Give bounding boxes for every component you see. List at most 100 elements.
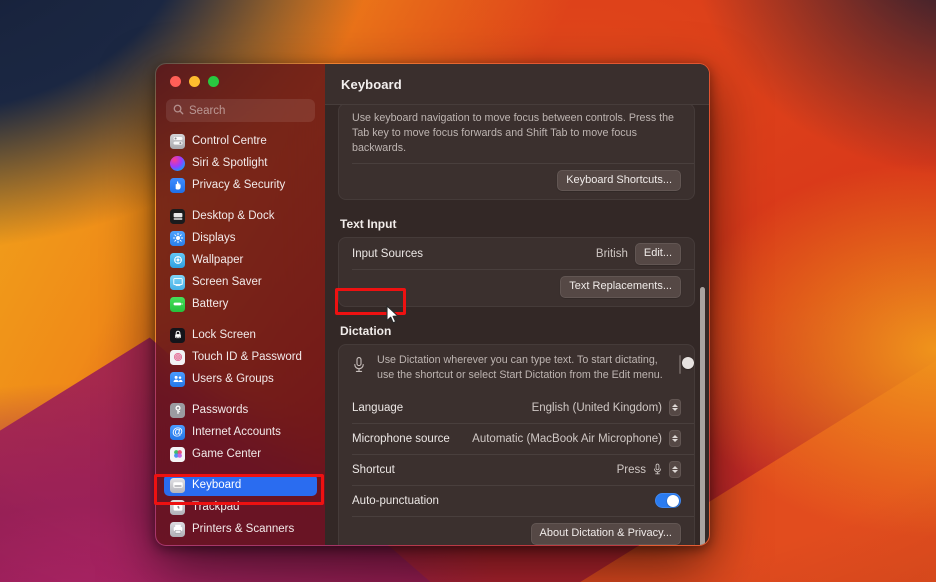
zoom-button[interactable] [208, 76, 219, 87]
sidebar-item-privacy-security[interactable]: Privacy & Security [164, 174, 317, 196]
keyboard-navigation-card: Use keyboard navigation to move focus be… [338, 105, 695, 201]
toggle-knob [681, 357, 694, 370]
minimise-button[interactable] [189, 76, 200, 87]
shortcut-microphone-icon [653, 463, 662, 476]
control-centre-icon [170, 133, 185, 149]
auto-punctuation-row: Auto-punctuation [339, 485, 694, 516]
settings-scroll-area[interactable]: Use keyboard navigation to move focus be… [325, 105, 709, 545]
dictation-toggle[interactable] [679, 355, 694, 375]
sidebar-item-label: Siri & Spotlight [192, 157, 268, 169]
search-box[interactable] [166, 99, 315, 122]
text-input-card: Input Sources British Edit... Text Repla… [338, 237, 695, 308]
sidebar-item-label: Privacy & Security [192, 179, 286, 191]
edit-input-sources-button[interactable]: Edit... [634, 242, 681, 265]
about-dictation-privacy-button[interactable]: About Dictation & Privacy... [530, 523, 681, 545]
sidebar-item-label: Desktop & Dock [192, 210, 275, 222]
wallpaper-icon [170, 252, 185, 268]
game-center-icon [170, 446, 185, 462]
sidebar-item-keyboard[interactable]: Keyboard [164, 474, 317, 496]
internet-accounts-icon: @ [170, 424, 185, 440]
input-sources-value: British [595, 247, 628, 260]
close-button[interactable] [170, 76, 181, 87]
input-sources-right: British Edit... [595, 242, 681, 265]
text-replacements-button[interactable]: Text Replacements... [560, 276, 681, 299]
language-value: English (United Kingdom) [531, 401, 662, 414]
text-replacements-row: Text Replacements... [339, 269, 694, 306]
sidebar-item-lock-screen[interactable]: Lock Screen [164, 324, 317, 346]
sidebar-item-printers-scanners[interactable]: Printers & Scanners [164, 518, 317, 540]
desktop-dock-icon [170, 208, 185, 224]
users-groups-icon [170, 371, 185, 387]
sidebar-item-touch-id[interactable]: Touch ID & Password [164, 346, 317, 368]
sidebar-item-label: Game Center [192, 448, 262, 460]
sidebar-item-label: Trackpad [192, 501, 240, 513]
search-icon [173, 102, 184, 120]
auto-punctuation-toggle[interactable] [655, 493, 681, 509]
dictation-microphone-source-row: Microphone source Automatic (MacBook Air… [339, 423, 694, 454]
content-pane: Keyboard Use keyboard navigation to move… [325, 64, 709, 545]
content-scrollbar[interactable] [700, 287, 705, 545]
sidebar-item-label: Control Centre [192, 135, 267, 147]
sidebar-group-3: Lock Screen Touch ID & Password Users & … [164, 324, 317, 390]
dictation-enable-row: Use Dictation wherever you can type text… [339, 345, 694, 392]
sidebar-group-5: Keyboard Trackpad Printers & Scanners [164, 474, 317, 540]
sidebar-item-passwords[interactable]: Passwords [164, 399, 317, 421]
language-popup-chevron-icon[interactable] [669, 399, 681, 417]
sidebar-item-label: Touch ID & Password [192, 351, 302, 363]
sidebar-item-users-groups[interactable]: Users & Groups [164, 368, 317, 390]
search-input[interactable] [189, 104, 308, 117]
trackpad-icon [170, 499, 185, 515]
microphone-source-popup-chevron-icon[interactable] [669, 430, 681, 448]
sidebar-item-label: Internet Accounts [192, 426, 281, 438]
sidebar-item-label: Lock Screen [192, 329, 256, 341]
shortcut-value: Press [616, 463, 646, 476]
siri-icon [170, 155, 185, 171]
window-controls [156, 64, 325, 96]
sidebar-item-label: Users & Groups [192, 373, 274, 385]
sidebar-item-internet-accounts[interactable]: @ Internet Accounts [164, 421, 317, 443]
sidebar-item-label: Screen Saver [192, 276, 262, 288]
screen-saver-icon [170, 274, 185, 290]
keyboard-icon [170, 477, 185, 493]
sidebar-item-game-center[interactable]: Game Center [164, 443, 317, 465]
sidebar-group-1: Control Centre Siri & Spotlight Privacy … [164, 130, 317, 196]
auto-punctuation-label: Auto-punctuation [352, 494, 439, 507]
input-sources-row: Input Sources British Edit... [339, 238, 694, 269]
passwords-key-icon [170, 402, 185, 418]
sidebar-item-trackpad[interactable]: Trackpad [164, 496, 317, 518]
search-field-container [156, 96, 325, 130]
sidebar-item-siri-spotlight[interactable]: Siri & Spotlight [164, 152, 317, 174]
content-titlebar: Keyboard [325, 64, 709, 105]
displays-icon [170, 230, 185, 246]
sidebar-item-desktop-dock[interactable]: Desktop & Dock [164, 205, 317, 227]
sidebar-group-4: Passwords @ Internet Accounts Game Cente… [164, 399, 317, 465]
sidebar-item-wallpaper[interactable]: Wallpaper [164, 249, 317, 271]
keyboard-shortcuts-row: Keyboard Shortcuts... [339, 162, 694, 200]
lock-screen-icon [170, 327, 185, 343]
sidebar-item-battery[interactable]: Battery [164, 293, 317, 315]
shortcut-control[interactable]: Press [616, 461, 681, 479]
sidebar-group-2: Desktop & Dock Displays Wallpaper Screen… [164, 205, 317, 315]
toggle-knob [666, 495, 679, 508]
dictation-toggle-container [679, 353, 694, 375]
microphone-icon [352, 353, 368, 379]
microphone-source-control[interactable]: Automatic (MacBook Air Microphone) [472, 430, 681, 448]
sidebar-nav: Control Centre Siri & Spotlight Privacy … [156, 130, 325, 540]
language-control[interactable]: English (United Kingdom) [531, 399, 681, 417]
keyboard-shortcuts-button[interactable]: Keyboard Shortcuts... [557, 169, 681, 192]
sidebar-item-control-centre[interactable]: Control Centre [164, 130, 317, 152]
sidebar-item-label: Battery [192, 298, 229, 310]
shortcut-popup-chevron-icon[interactable] [669, 461, 681, 479]
sidebar-item-displays[interactable]: Displays [164, 227, 317, 249]
language-label: Language [352, 401, 404, 414]
sidebar-item-screen-saver[interactable]: Screen Saver [164, 271, 317, 293]
sidebar: Control Centre Siri & Spotlight Privacy … [156, 64, 325, 545]
touch-id-icon [170, 349, 185, 365]
desktop-background: Control Centre Siri & Spotlight Privacy … [0, 0, 936, 582]
sidebar-item-label: Printers & Scanners [192, 523, 295, 535]
dictation-description: Use Dictation wherever you can type text… [377, 354, 663, 382]
auto-punctuation-right [655, 493, 681, 509]
keyboard-navigation-description: Use keyboard navigation to move focus be… [352, 112, 674, 155]
system-settings-window: Control Centre Siri & Spotlight Privacy … [155, 63, 710, 546]
microphone-source-value: Automatic (MacBook Air Microphone) [472, 432, 662, 445]
